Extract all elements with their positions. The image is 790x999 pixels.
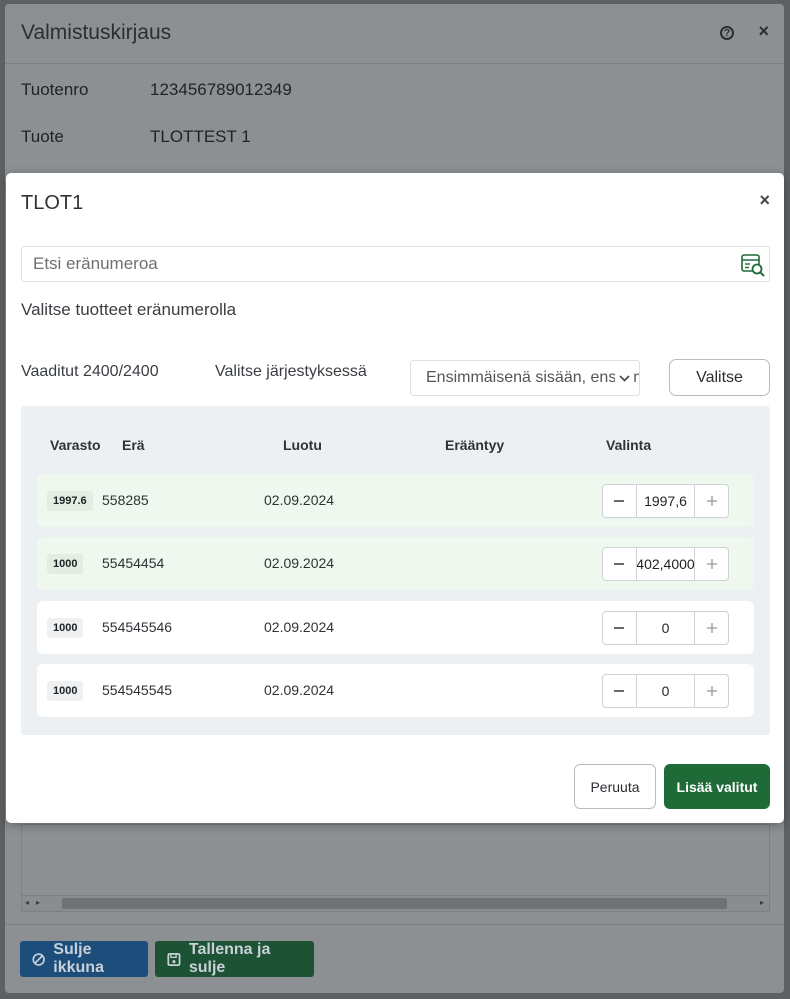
add-selected-button[interactable]: Lisää valitut (664, 764, 770, 809)
save-and-close-label: Tallenna ja sulje (188, 941, 271, 976)
product-value: TLOTTEST 1 (150, 127, 251, 146)
table-row: 1000 554545545 02.09.2024 0 (37, 664, 754, 717)
background-footer: Sulje ikkuna Tallenna ja sulje (5, 924, 784, 993)
save-icon (167, 952, 181, 966)
modal-title: TLOT1 (21, 192, 84, 214)
header-warehouse: Varasto (50, 437, 101, 453)
close-window-button[interactable]: Sulje ikkuna (20, 941, 148, 977)
warehouse-badge: 1000 (47, 618, 84, 638)
table-row: 1997.6 558285 02.09.2024 1997,6 (37, 474, 754, 527)
selection-hint: Valitse tuotteet eränumerolla (21, 300, 237, 319)
plus-icon (706, 686, 717, 696)
scrollbar-thumb[interactable] (62, 898, 727, 909)
modal-close-icon[interactable]: × (759, 190, 770, 211)
lot-selection-modal: TLOT1 × Valitse tuotteet eränumerolla Va… (6, 173, 784, 823)
lot-table: Varasto Erä Luotu Erääntyy Valinta 1997.… (21, 406, 770, 735)
quantity-input[interactable]: 0 (636, 611, 695, 645)
quantity-stepper: 402,4000 (602, 547, 729, 581)
increment-button[interactable] (694, 547, 729, 581)
decrement-button[interactable] (602, 611, 637, 645)
select-button[interactable]: Valitse (669, 359, 770, 396)
product-number-label: Tuotenro (21, 80, 89, 99)
cancel-button[interactable]: Peruuta (574, 764, 656, 809)
help-icon[interactable]: ? (720, 26, 734, 40)
warehouse-badge: 1000 (47, 681, 84, 701)
chevron-down-icon (615, 361, 633, 395)
decrement-button[interactable] (602, 484, 637, 518)
product-label: Tuote (21, 127, 64, 146)
required-quantity: Vaaditut 2400/2400 (21, 363, 159, 380)
increment-button[interactable] (694, 484, 729, 518)
lot-cell: 558285 (102, 492, 149, 508)
created-cell: 02.09.2024 (264, 555, 335, 571)
scroll-left-icon[interactable]: ◂ (25, 898, 29, 907)
minus-icon (614, 690, 625, 692)
increment-button[interactable] (694, 674, 729, 708)
plus-icon (706, 496, 717, 506)
order-label: Valitse järjestyksessä (215, 363, 367, 380)
product-number-value: 123456789012349 (150, 80, 292, 99)
minus-icon (614, 500, 625, 502)
header-expires: Erääntyy (445, 437, 505, 453)
header-selection: Valinta (606, 437, 652, 453)
background-close-icon[interactable]: × (758, 21, 769, 42)
table-row: 1000 55454454 02.09.2024 402,4000 (37, 537, 754, 590)
lot-cell: 55454454 (102, 555, 165, 571)
background-dialog-title: Valmistuskirjaus (21, 21, 172, 44)
scroll-end-icon[interactable]: ▸ (760, 898, 764, 907)
table-search-icon[interactable] (740, 252, 766, 278)
header-created: Luotu (283, 437, 322, 453)
ban-icon (32, 952, 45, 966)
created-cell: 02.09.2024 (264, 619, 335, 635)
quantity-stepper: 0 (602, 674, 729, 708)
lot-search-box (21, 246, 770, 282)
quantity-stepper: 0 (602, 611, 729, 645)
minus-icon (614, 627, 625, 629)
close-window-label: Sulje ikkuna (53, 941, 104, 976)
quantity-stepper: 1997,6 (602, 484, 729, 518)
created-cell: 02.09.2024 (264, 492, 335, 508)
order-select[interactable]: Ensimmäisenä sisään, ensimmäisenä ulos (410, 360, 640, 396)
increment-button[interactable] (694, 611, 729, 645)
decrement-button[interactable] (602, 674, 637, 708)
minus-icon (614, 563, 625, 565)
save-and-close-button[interactable]: Tallenna ja sulje (155, 941, 314, 977)
quantity-input[interactable]: 0 (636, 674, 695, 708)
lot-cell: 554545545 (102, 682, 173, 698)
table-row: 1000 554545546 02.09.2024 0 (37, 601, 754, 654)
scroll-right-icon[interactable]: ▸ (36, 898, 40, 907)
quantity-input[interactable]: 402,4000 (636, 547, 695, 581)
warehouse-badge: 1000 (47, 554, 84, 574)
plus-icon (706, 623, 717, 633)
decrement-button[interactable] (602, 547, 637, 581)
background-grid: ◂ ▸ ▸ (21, 824, 770, 912)
header-lot: Erä (122, 437, 145, 453)
warehouse-badge: 1997.6 (47, 491, 93, 511)
created-cell: 02.09.2024 (264, 682, 335, 698)
order-select-value: Ensimmäisenä sisään, ensimmäisenä ulos (426, 369, 639, 386)
lot-search-input[interactable] (22, 247, 722, 281)
horizontal-scrollbar[interactable]: ◂ ▸ ▸ (22, 895, 769, 911)
plus-icon (706, 559, 717, 569)
lot-cell: 554545546 (102, 619, 173, 635)
background-dialog-header: Valmistuskirjaus ? × (5, 4, 784, 64)
quantity-input[interactable]: 1997,6 (636, 484, 695, 518)
